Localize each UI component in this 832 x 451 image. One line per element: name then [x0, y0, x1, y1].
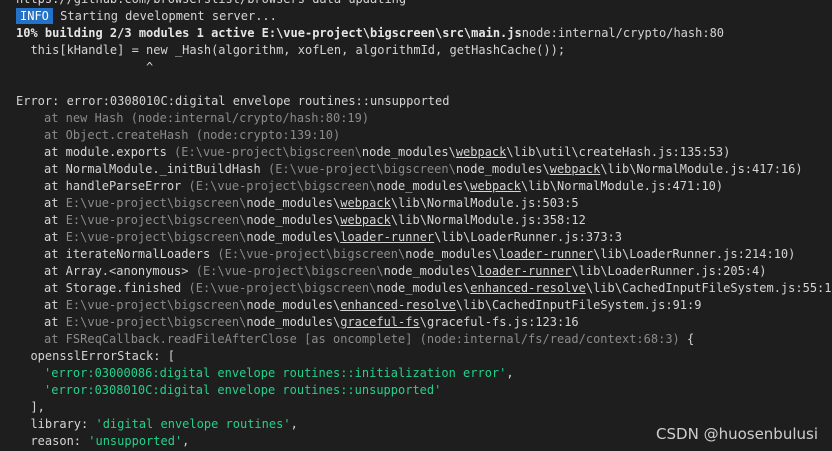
- stack-file: \lib\CachedInputFileSystem.js:55:16): [585, 281, 832, 295]
- stack-frame: at FSReqCallback.readFileAfterClose [as …: [16, 331, 832, 348]
- stack-path-modules: node_modules\: [246, 315, 341, 329]
- stack-file: \lib\NormalModule.js:471:10): [520, 179, 724, 193]
- stack-fn: at: [44, 298, 66, 312]
- stack-file: \lib\LoaderRunner.js:205:4): [571, 264, 767, 278]
- stack-path-modules: node_modules\: [246, 298, 341, 312]
- stack-frame: at Array.<anonymous> (E:\vue-project\big…: [16, 263, 832, 280]
- stack-path: (E:\vue-project\bigscreen\: [174, 145, 362, 159]
- stack-path: (E:\vue-project\bigscreen\: [188, 281, 377, 295]
- stack-frame: at iterateNormalLoaders (E:\vue-project\…: [16, 246, 832, 263]
- stack-path-modules: node_modules\: [246, 196, 341, 210]
- stack-path-modules: node_modules\: [246, 230, 341, 244]
- stack-module-link[interactable]: loader-runner: [477, 264, 571, 278]
- stack-path-modules: node_modules\: [246, 213, 341, 227]
- csdn-watermark: CSDN @huosenbulusi: [656, 425, 818, 443]
- stack-module-link[interactable]: webpack: [470, 179, 521, 193]
- terminal-output[interactable]: https://github.com/browserslist/browsers…: [0, 0, 832, 451]
- caret-line: ^: [16, 60, 154, 74]
- stack-frame: at E:\vue-project\bigscreen\node_modules…: [16, 229, 832, 246]
- comma: ,: [506, 366, 514, 380]
- stack-file: \lib\LoaderRunner.js:214:10): [593, 247, 796, 261]
- stack-fn: at module.exports: [44, 145, 175, 159]
- reason-value: 'unsupported': [88, 434, 183, 448]
- stack-file: \lib\LoaderRunner.js:373:3: [434, 230, 622, 244]
- stack-fn: at Array.<anonymous>: [44, 264, 196, 278]
- stack-path: E:\vue-project\bigscreen\: [65, 213, 247, 227]
- library-value: 'digital envelope routines': [95, 417, 291, 431]
- stack-path: E:\vue-project\bigscreen\: [65, 298, 247, 312]
- stack-frame: at E:\vue-project\bigscreen\node_modules…: [16, 195, 832, 212]
- stack-path: E:\vue-project\bigscreen\: [65, 315, 247, 329]
- library-key: library:: [16, 417, 96, 431]
- stack-file: \graceful-fs.js:123:16: [419, 315, 579, 329]
- stack-path-modules: node_modules\: [376, 179, 471, 193]
- stack-file: \lib\util\createHash.js:135:53): [506, 145, 731, 159]
- stack-module-link[interactable]: enhanced-resolve: [340, 298, 456, 312]
- info-badge: INFO: [16, 8, 53, 24]
- build-progress-text: 10% building 2/3 modules 1 active E:\vue…: [16, 26, 522, 40]
- stack-frame: at E:\vue-project\bigscreen\node_modules…: [16, 212, 832, 229]
- object-open-brace: {: [679, 332, 695, 346]
- stack-path: E:\vue-project\bigscreen\: [65, 230, 247, 244]
- stack-frame: at module.exports (E:\vue-project\bigscr…: [16, 144, 832, 161]
- build-progress-line: 10% building 2/3 modules 1 active E:\vue…: [16, 25, 832, 42]
- stack-path: (E:\vue-project\bigscreen\: [188, 179, 377, 193]
- comma: ,: [182, 434, 190, 448]
- stack-file: \lib\NormalModule.js:358:12: [390, 213, 586, 227]
- stack-fn: at NormalModule._initBuildHash: [44, 162, 268, 176]
- stack-module-link[interactable]: webpack: [340, 196, 391, 210]
- stack-frame: at new Hash (node:internal/crypto/hash:8…: [44, 111, 370, 125]
- stack-path: (E:\vue-project\bigscreen\: [195, 264, 384, 278]
- array-close: ],: [16, 400, 45, 414]
- stack-frame: at NormalModule._initBuildHash (E:\vue-p…: [16, 161, 832, 178]
- stack-frame: at E:\vue-project\bigscreen\node_modules…: [16, 314, 832, 331]
- openssl-error-entry: 'error:03000086:digital envelope routine…: [16, 365, 832, 382]
- stack-path: (E:\vue-project\bigscreen\: [217, 247, 406, 261]
- stack-module-link[interactable]: loader-runner: [499, 247, 593, 261]
- stack-frame: at Storage.finished (E:\vue-project\bigs…: [16, 280, 832, 297]
- stack-path-modules: node_modules\: [361, 145, 456, 159]
- stack-fn: at handleParseError: [44, 179, 189, 193]
- stack-module-link[interactable]: graceful-fs: [340, 315, 419, 329]
- stack-file: \lib\CachedInputFileSystem.js:91:9: [455, 298, 702, 312]
- info-text: Starting development server...: [52, 9, 277, 23]
- source-code-line: this[kHandle] = new _Hash(algorithm, xof…: [16, 43, 566, 57]
- stack-frame: at Object.createHash (node:crypto:139:10…: [44, 128, 341, 142]
- stack-path-modules: node_modules\: [455, 162, 550, 176]
- stack-module-link[interactable]: webpack: [550, 162, 601, 176]
- openssl-error-string: 'error:03000086:digital envelope routine…: [44, 366, 507, 380]
- stack-fn: at: [44, 315, 66, 329]
- stack-fn: at iterateNormalLoaders: [44, 247, 218, 261]
- stack-module-link[interactable]: loader-runner: [340, 230, 434, 244]
- stack-path: (E:\vue-project\bigscreen\: [267, 162, 456, 176]
- stack-path-modules: node_modules\: [383, 264, 478, 278]
- stack-path-modules: node_modules\: [405, 247, 500, 261]
- comma: ,: [290, 417, 298, 431]
- stack-file: \lib\NormalModule.js:417:16): [600, 162, 803, 176]
- truncated-url-line: https://github.com/browserslist/browsers…: [16, 0, 832, 8]
- openssl-error-stack-key: opensslErrorStack: [: [16, 349, 175, 363]
- reason-key: reason:: [16, 434, 89, 448]
- stack-frame: at E:\vue-project\bigscreen\node_modules…: [16, 297, 832, 314]
- stack-module-link[interactable]: webpack: [456, 145, 507, 159]
- stack-fn: at FSReqCallback.readFileAfterClose [as …: [44, 332, 680, 346]
- error-message-line: Error: error:0308010C:digital envelope r…: [16, 94, 450, 108]
- stack-fn: at: [44, 196, 66, 210]
- stack-fn: at: [44, 213, 66, 227]
- openssl-error-entry: 'error:0308010C:digital envelope routine…: [16, 382, 832, 399]
- build-location-text: node:internal/crypto/hash:80: [521, 26, 725, 40]
- stack-path-modules: node_modules\: [376, 281, 471, 295]
- stack-fn: at: [44, 230, 66, 244]
- stack-module-link[interactable]: enhanced-resolve: [470, 281, 586, 295]
- stack-module-link[interactable]: webpack: [340, 213, 391, 227]
- stack-file: \lib\NormalModule.js:503:5: [390, 196, 579, 210]
- openssl-error-string: 'error:0308010C:digital envelope routine…: [44, 383, 442, 397]
- stack-fn: at Storage.finished: [44, 281, 189, 295]
- stack-path: E:\vue-project\bigscreen\: [65, 196, 247, 210]
- stack-frame: at handleParseError (E:\vue-project\bigs…: [16, 178, 832, 195]
- info-line: INFO Starting development server...: [16, 8, 832, 25]
